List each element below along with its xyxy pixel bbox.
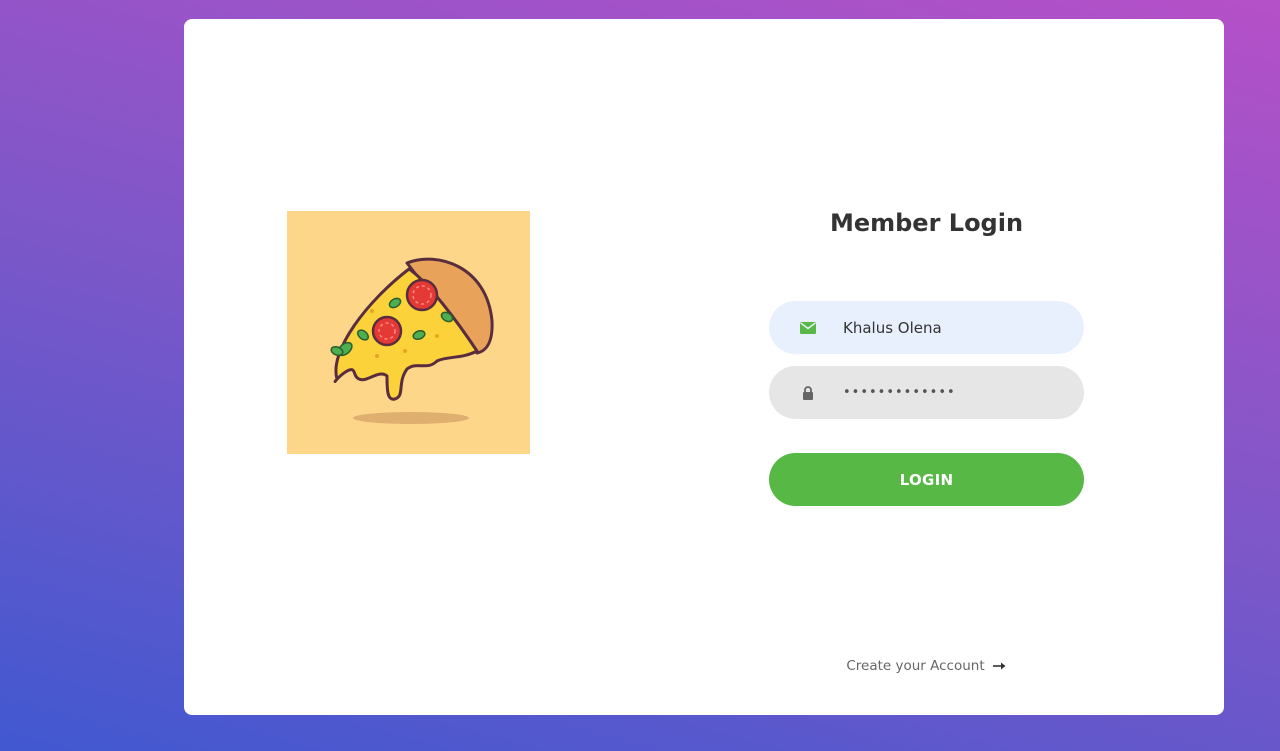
pizza-illustration xyxy=(287,211,530,454)
arrow-right-icon xyxy=(992,662,1006,670)
page-title: Member Login xyxy=(829,209,1024,237)
login-button[interactable]: LOGIN xyxy=(769,453,1084,506)
pizza-slice-icon xyxy=(330,257,494,424)
password-input[interactable] xyxy=(843,366,1063,419)
password-field[interactable] xyxy=(769,366,1084,419)
envelope-icon xyxy=(799,319,817,337)
login-card: Member Login LOGIN Create your Account xyxy=(184,19,1224,715)
username-input[interactable] xyxy=(843,301,1063,354)
username-field[interactable] xyxy=(769,301,1084,354)
lock-icon xyxy=(799,384,817,402)
create-account-label: Create your Account xyxy=(846,658,985,674)
create-account-link[interactable]: Create your Account xyxy=(769,658,1084,674)
